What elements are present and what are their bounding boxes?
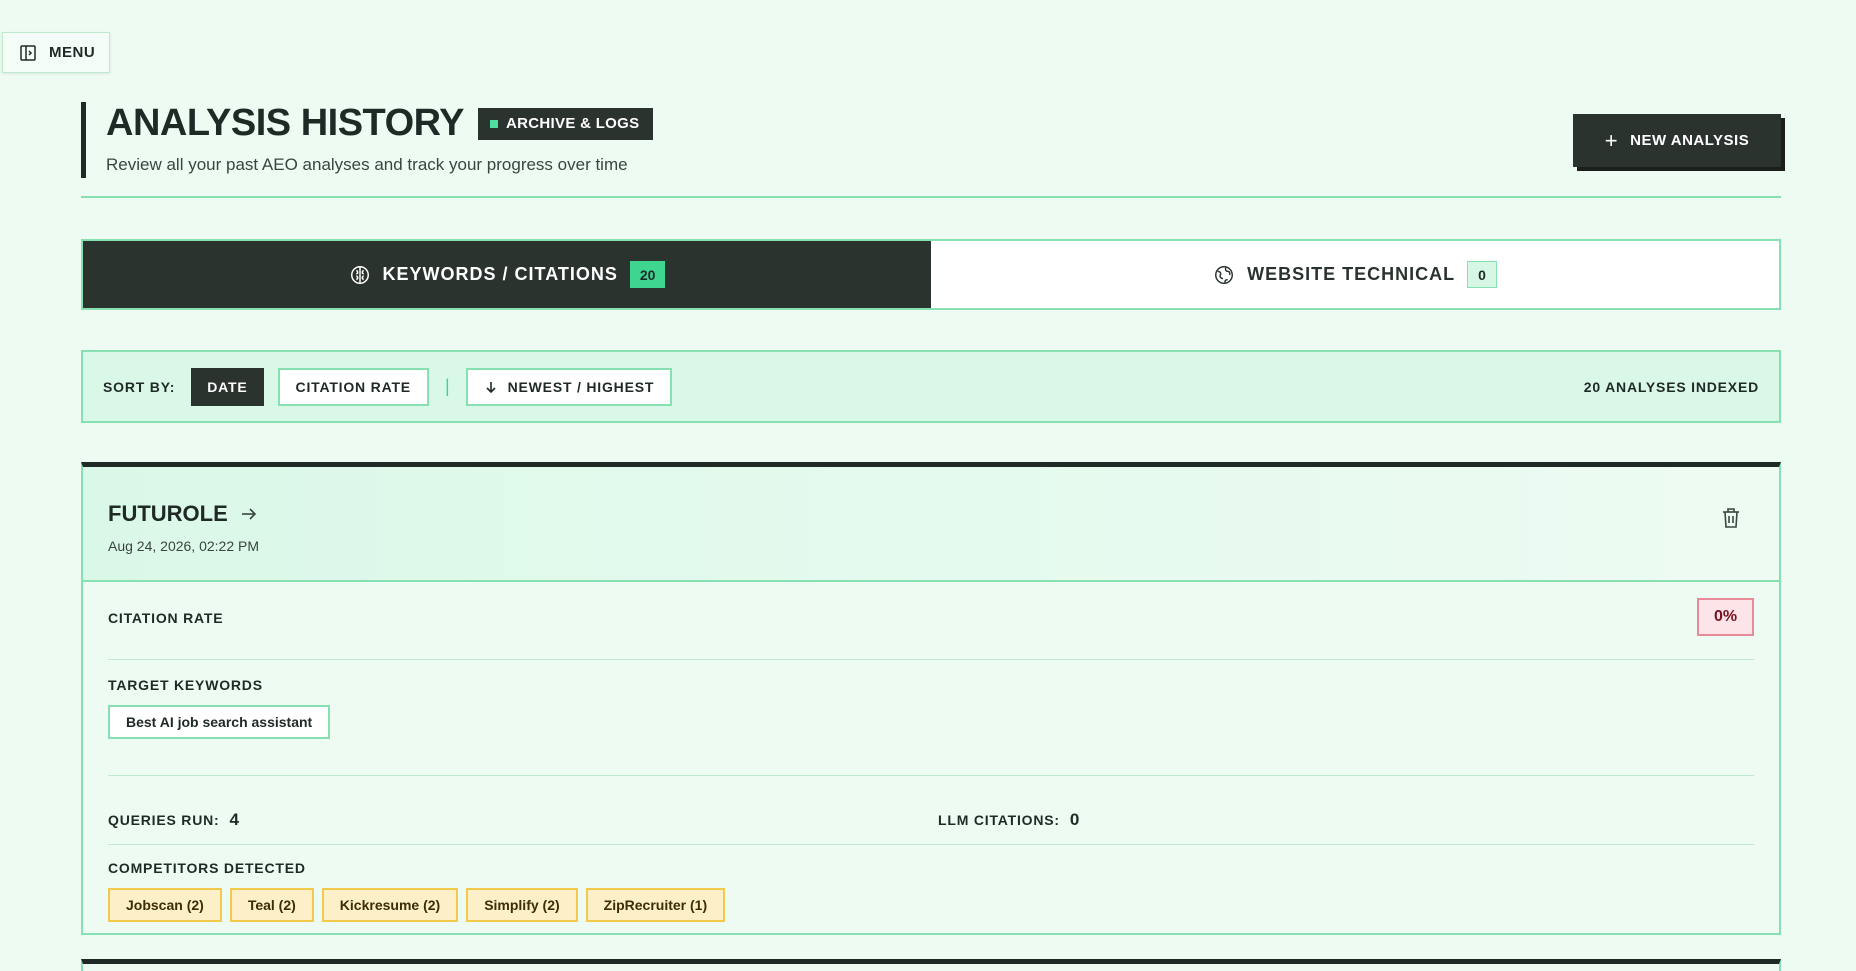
citation-rate-badge: 0%: [1697, 598, 1754, 636]
page-header: ANALYSIS HISTORY ARCHIVE & LOGS Review a…: [81, 102, 1781, 198]
sort-order-label: NEWEST / HIGHEST: [507, 378, 655, 395]
competitors-row: COMPETITORS DETECTED Jobscan (2) Teal (2…: [108, 860, 1754, 930]
tab-keywords-citations[interactable]: KEYWORDS / CITATIONS 20: [83, 241, 931, 308]
tab-keywords-label: KEYWORDS / CITATIONS: [382, 264, 618, 284]
arrow-down-icon: [486, 381, 496, 393]
page-title: ANALYSIS HISTORY: [106, 102, 465, 144]
archive-badge-label: ARCHIVE & LOGS: [506, 115, 640, 132]
target-keywords-row: TARGET KEYWORDS Best AI job search assis…: [108, 677, 1754, 776]
tab-website-label: WEBSITE TECHNICAL: [1247, 264, 1456, 284]
analyses-count: 20 ANALYSES INDEXED: [1583, 378, 1759, 395]
target-keywords-label: TARGET KEYWORDS: [108, 677, 263, 693]
competitor-tag: Jobscan (2): [108, 888, 222, 922]
plus-icon: +: [1604, 127, 1619, 153]
arrow-right-icon: [241, 508, 256, 520]
menu-label: MENU: [49, 44, 96, 61]
queries-run-stat: QUERIES RUN: 4: [108, 796, 938, 844]
keyword-tag: Best AI job search assistant: [108, 705, 331, 739]
tab-keywords-count: 20: [629, 261, 666, 288]
brain-icon: [350, 265, 369, 284]
tab-website-count: 0: [1467, 261, 1497, 288]
analysis-type-tabs: KEYWORDS / CITATIONS 20 WEBSITE TECHNICA…: [81, 239, 1781, 310]
sort-citation-rate-button[interactable]: CITATION RATE: [277, 367, 429, 406]
menu-button[interactable]: MENU: [2, 32, 110, 73]
queries-run-value: 4: [229, 810, 239, 829]
tab-website-technical[interactable]: WEBSITE TECHNICAL 0: [931, 241, 1779, 308]
card-title: FUTUROLE: [108, 501, 228, 526]
competitor-tag: ZipRecruiter (1): [585, 888, 726, 922]
analysis-card-next: [81, 959, 1781, 971]
page-subtitle: Review all your past AEO analyses and tr…: [106, 155, 628, 174]
sort-order-button[interactable]: NEWEST / HIGHEST: [465, 367, 673, 406]
card-date: Aug 24, 2026, 02:22 PM: [108, 538, 259, 554]
trash-icon[interactable]: [1721, 507, 1741, 529]
llm-citations-value: 0: [1069, 810, 1080, 829]
new-analysis-label: NEW ANALYSIS: [1630, 132, 1750, 149]
citation-rate-label: CITATION RATE: [108, 610, 224, 626]
sort-date-button[interactable]: DATE: [191, 367, 264, 406]
competitors-label: COMPETITORS DETECTED: [108, 860, 306, 876]
globe-icon: [1215, 265, 1234, 284]
competitor-tag: Teal (2): [229, 888, 314, 922]
card-header: FUTUROLE Aug 24, 2026, 02:22 PM: [83, 467, 1779, 582]
sort-label: SORT BY:: [103, 378, 176, 395]
competitor-tag: Kickresume (2): [321, 888, 459, 922]
competitor-tags: Jobscan (2) Teal (2) Kickresume (2) Simp…: [108, 888, 1754, 922]
llm-citations-stat: LLM CITATIONS: 0: [938, 796, 1079, 844]
queries-run-label: QUERIES RUN:: [108, 812, 220, 828]
badge-dot-icon: [490, 119, 499, 128]
header-accent-bar: [81, 102, 86, 178]
llm-citations-label: LLM CITATIONS:: [938, 812, 1060, 828]
new-analysis-button[interactable]: + NEW ANALYSIS: [1573, 114, 1781, 167]
sort-bar: SORT BY: DATE CITATION RATE | NEWEST / H…: [81, 350, 1781, 423]
sort-divider: |: [444, 376, 450, 396]
sidebar-toggle-icon: [20, 44, 36, 61]
card-title-link[interactable]: FUTUROLE: [108, 501, 258, 527]
archive-badge: ARCHIVE & LOGS: [478, 107, 654, 140]
stats-row: QUERIES RUN: 4 LLM CITATIONS: 0: [108, 796, 1754, 845]
competitor-tag: Simplify (2): [466, 888, 578, 922]
analysis-card: FUTUROLE Aug 24, 2026, 02:22 PM CITATION…: [81, 462, 1781, 935]
citation-rate-row: CITATION RATE 0%: [108, 598, 1754, 660]
